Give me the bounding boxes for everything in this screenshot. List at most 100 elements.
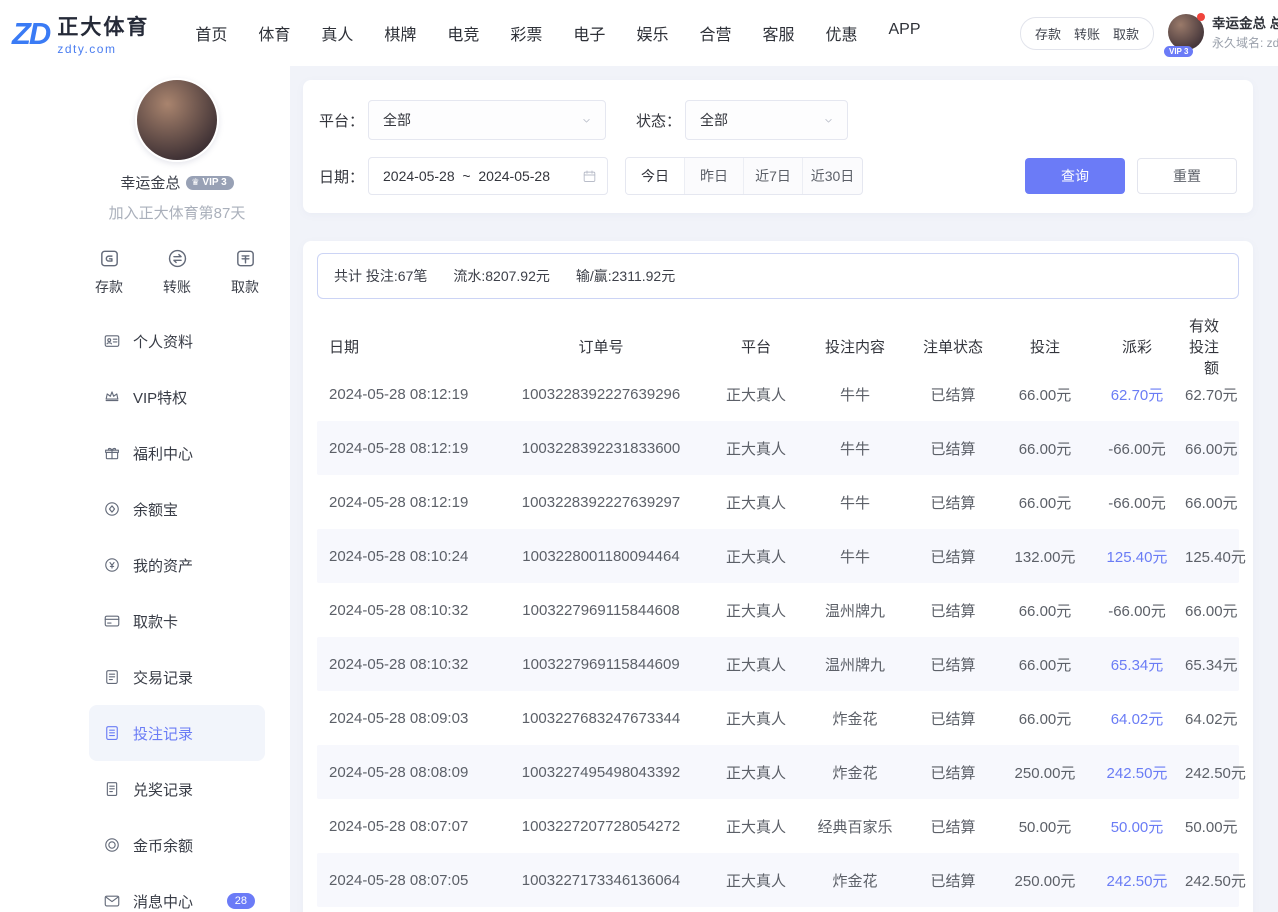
vip-icon xyxy=(103,388,121,406)
user-avatar[interactable]: VIP 3 xyxy=(1168,14,1204,50)
profile-avatar[interactable] xyxy=(135,78,219,162)
sidebar-item-message[interactable]: 消息中心28 xyxy=(89,873,265,912)
cell-date: 2024-05-28 08:10:24 xyxy=(327,548,495,565)
date-range-input[interactable]: 2024-05-28 ~ 2024-05-28 xyxy=(368,157,608,195)
nav-item-11[interactable]: APP xyxy=(889,21,921,45)
cell-status: 已结算 xyxy=(905,546,1001,567)
brand-domain: zdty.com xyxy=(57,42,149,56)
nav-item-10[interactable]: 优惠 xyxy=(825,21,857,45)
table-row: 2024-05-28 08:10:321003227969115844609正大… xyxy=(317,637,1239,691)
cell-platform: 正大真人 xyxy=(707,870,805,891)
bet-records-table: 日期订单号平台投注内容注单状态投注派彩有效投注额 2024-05-28 08:1… xyxy=(317,315,1239,907)
withdraw-icon xyxy=(234,247,257,270)
quick-action-transfer[interactable]: 转账 xyxy=(163,247,191,297)
cell-bet-content: 温州牌九 xyxy=(805,600,905,621)
top-navbar: ZD 正大体育 zdty.com 首页 体育 真人 棋牌 电竞 彩票 电子 娱乐 合营 客服 优惠 A… xyxy=(0,0,1278,66)
range-option-2[interactable]: 近7日 xyxy=(744,158,803,194)
quick-action-label: 存款 xyxy=(95,277,123,297)
cell-date: 2024-05-28 08:10:32 xyxy=(327,656,495,673)
cell-valid-bet: 242.50元 xyxy=(1185,762,1260,783)
summary-turnover: 流水:8207.92元 xyxy=(453,266,550,286)
cell-platform: 正大真人 xyxy=(707,762,805,783)
cell-bet-amount: 66.00元 xyxy=(1001,384,1089,405)
range-option-3[interactable]: 近30日 xyxy=(803,158,862,194)
summary-win-loss: 输/赢:2311.92元 xyxy=(576,266,675,286)
nav-item-4[interactable]: 电竞 xyxy=(447,21,479,45)
calendar-icon xyxy=(582,169,597,184)
range-option-1[interactable]: 昨日 xyxy=(685,158,744,194)
nav-item-7[interactable]: 娱乐 xyxy=(636,21,668,45)
cell-order-number: 1003228392227639296 xyxy=(495,386,707,403)
nav-item-9[interactable]: 客服 xyxy=(762,21,794,45)
cell-platform: 正大真人 xyxy=(707,600,805,621)
cell-status: 已结算 xyxy=(905,708,1001,729)
date-label: 日期： xyxy=(319,166,364,187)
status-label: 状态： xyxy=(636,110,681,131)
platform-select[interactable]: 全部 xyxy=(368,100,606,140)
table-row: 2024-05-28 08:10:321003227969115844608正大… xyxy=(317,583,1239,637)
nav-item-6[interactable]: 电子 xyxy=(573,21,605,45)
date-from: 2024-05-28 xyxy=(383,168,455,184)
sidebar-item-label: 我的资产 xyxy=(133,555,193,576)
filter-card: 平台： 全部 状态： 全部 日期： 2024-05-28 ~ 2024-05-2… xyxy=(303,80,1253,213)
join-days-text: 加入正大体育第87天 xyxy=(89,202,265,223)
nav-item-1[interactable]: 体育 xyxy=(258,21,290,45)
status-select[interactable]: 全部 xyxy=(685,100,848,140)
reset-button[interactable]: 重置 xyxy=(1137,158,1237,194)
sidebar-item-redeem[interactable]: 兑奖记录 xyxy=(89,761,265,817)
cell-platform: 正大真人 xyxy=(707,708,805,729)
assets-icon xyxy=(103,556,121,574)
search-button[interactable]: 查询 xyxy=(1025,158,1125,194)
deposit-icon xyxy=(98,247,121,270)
sidebar-item-vip[interactable]: VIP特权 xyxy=(89,369,265,425)
user-box: VIP 3 幸运金总 总奖 永久域名: zdty.c xyxy=(1168,14,1278,52)
cell-status: 已结算 xyxy=(905,384,1001,405)
cell-platform: 正大真人 xyxy=(707,492,805,513)
sidebar-item-label: 取款卡 xyxy=(133,611,178,632)
sidebar-item-profile[interactable]: 个人资料 xyxy=(89,313,265,369)
cell-bet-content: 炸金花 xyxy=(805,708,905,729)
table-row: 2024-05-28 08:07:071003227207728054272正大… xyxy=(317,799,1239,853)
sidebar-item-transactions[interactable]: 交易记录 xyxy=(89,649,265,705)
sidebar-item-label: 投注记录 xyxy=(133,723,193,744)
status-select-value: 全部 xyxy=(700,110,728,130)
cell-order-number: 1003227495498043392 xyxy=(495,764,707,781)
cell-payout: 50.00元 xyxy=(1089,816,1185,837)
cell-payout: 62.70元 xyxy=(1089,384,1185,405)
sidebar-item-yuebao[interactable]: 余额宝 xyxy=(89,481,265,537)
cell-date: 2024-05-28 08:07:07 xyxy=(327,818,495,835)
sidebar-item-assets[interactable]: 我的资产 xyxy=(89,537,265,593)
wallet-action-1[interactable]: 转账 xyxy=(1074,24,1100,43)
column-header: 投注内容 xyxy=(805,336,905,357)
cell-date: 2024-05-28 08:07:05 xyxy=(327,872,495,889)
sidebar-item-coins[interactable]: 金币余额 xyxy=(89,817,265,873)
quick-action-deposit[interactable]: 存款 xyxy=(95,247,123,297)
range-option-0[interactable]: 今日 xyxy=(626,158,685,194)
column-header: 订单号 xyxy=(495,336,707,357)
nav-item-0[interactable]: 首页 xyxy=(195,21,227,45)
cell-bet-amount: 66.00元 xyxy=(1001,492,1089,513)
sidebar-item-bets[interactable]: 投注记录 xyxy=(89,705,265,761)
platform-label: 平台： xyxy=(319,110,364,131)
wallet-action-0[interactable]: 存款 xyxy=(1035,24,1061,43)
wallet-action-2[interactable]: 取款 xyxy=(1113,24,1139,43)
nav-item-2[interactable]: 真人 xyxy=(321,21,353,45)
bets-icon xyxy=(103,724,121,742)
cell-bet-content: 炸金花 xyxy=(805,870,905,891)
cell-platform: 正大真人 xyxy=(707,384,805,405)
nav-item-5[interactable]: 彩票 xyxy=(510,21,542,45)
nav-item-3[interactable]: 棋牌 xyxy=(384,21,416,45)
table-row: 2024-05-28 08:12:191003228392231833600正大… xyxy=(317,421,1239,475)
cell-payout: -66.00元 xyxy=(1089,438,1185,459)
sidebar-item-label: 消息中心 xyxy=(133,891,193,912)
cell-valid-bet: 242.50元 xyxy=(1185,870,1260,891)
sidebar-item-welfare[interactable]: 福利中心 xyxy=(89,425,265,481)
profile-block: 幸运金总 ♛VIP 3 加入正大体育第87天 存款转账取款 xyxy=(89,78,265,297)
user-name: 幸运金总 xyxy=(1212,16,1266,31)
cell-bet-amount: 250.00元 xyxy=(1001,762,1089,783)
quick-action-withdraw[interactable]: 取款 xyxy=(231,247,259,297)
sidebar-item-label: 兑奖记录 xyxy=(133,779,193,800)
brand-logo[interactable]: ZD 正大体育 zdty.com xyxy=(12,11,149,56)
nav-item-8[interactable]: 合营 xyxy=(699,21,731,45)
sidebar-item-card[interactable]: 取款卡 xyxy=(89,593,265,649)
